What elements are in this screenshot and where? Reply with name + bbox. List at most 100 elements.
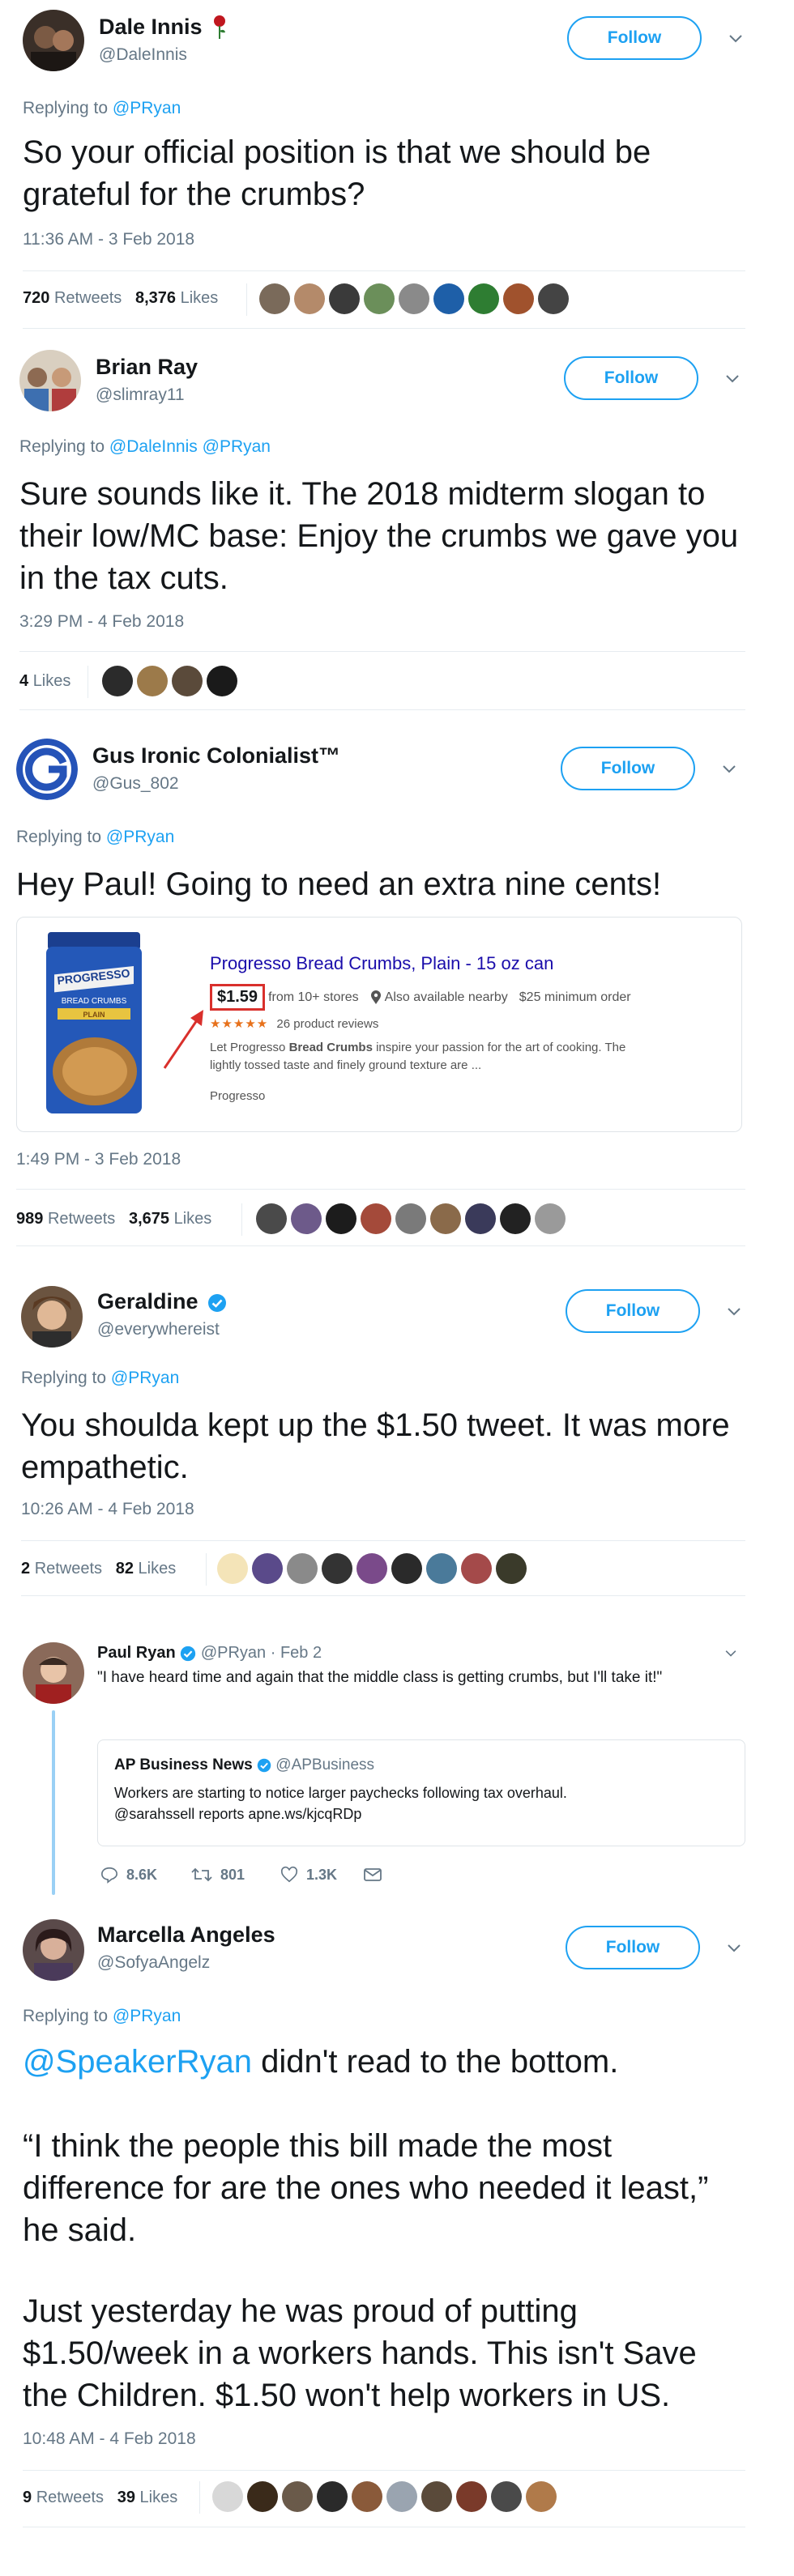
display-name[interactable]: Marcella Angeles (97, 1922, 275, 1948)
timestamp[interactable]: 1:49 PM - 3 Feb 2018 (16, 1150, 181, 1169)
paul-ryan-thread-tweet[interactable]: Paul Ryan @PRyan · Feb 2 "I have heard t… (0, 1595, 762, 1895)
handle[interactable]: @slimray11 (96, 385, 185, 405)
avatar[interactable] (23, 10, 84, 71)
chevron-down-icon[interactable] (726, 29, 745, 49)
mention-link[interactable]: @DaleInnis (109, 437, 198, 456)
liker-avatar[interactable] (294, 283, 325, 314)
retweet-count[interactable]: 9 Retweets (23, 2489, 104, 2506)
date[interactable]: · Feb 2 (271, 1644, 322, 1662)
liker-avatar[interactable] (538, 283, 569, 314)
timestamp[interactable]: 10:48 AM - 4 Feb 2018 (23, 2429, 196, 2449)
chevron-down-icon[interactable] (723, 369, 742, 389)
timestamp[interactable]: 3:29 PM - 4 Feb 2018 (19, 612, 184, 632)
like-count[interactable]: 4 Likes (19, 672, 70, 690)
liker-avatar[interactable] (399, 283, 429, 314)
mention-link[interactable]: @PRyan (111, 1369, 179, 1387)
like-count[interactable]: 3,675 Likes (129, 1210, 211, 1228)
handle[interactable]: @APBusiness (275, 1756, 374, 1773)
liker-avatar[interactable] (421, 2481, 452, 2512)
chevron-down-icon[interactable] (719, 760, 739, 779)
liker-avatar[interactable] (256, 1203, 287, 1234)
display-name[interactable]: Paul Ryan (97, 1644, 176, 1662)
handle[interactable]: @PRyan (201, 1644, 266, 1662)
liker-avatar[interactable] (430, 1203, 461, 1234)
liker-avatar[interactable] (491, 2481, 522, 2512)
heart-icon[interactable] (280, 1866, 298, 1884)
liker-avatar[interactable] (317, 2481, 348, 2512)
mention-link[interactable]: @PRyan (203, 437, 271, 456)
liker-avatar[interactable] (433, 283, 464, 314)
liker-avatar[interactable] (282, 2481, 313, 2512)
mail-icon[interactable] (363, 1867, 382, 1883)
liker-avatar[interactable] (391, 1553, 422, 1584)
follow-button[interactable]: Follow (561, 747, 695, 790)
liker-avatar[interactable] (461, 1553, 492, 1584)
review-count[interactable]: 26 product reviews (276, 1017, 378, 1031)
liker-avatar[interactable] (356, 1553, 387, 1584)
avatar[interactable] (23, 1919, 84, 1981)
reply-icon[interactable] (100, 1866, 118, 1884)
chevron-down-icon[interactable] (724, 1939, 744, 1958)
liker-avatar[interactable] (172, 666, 203, 696)
avatar[interactable] (19, 350, 81, 411)
liker-avatar[interactable] (291, 1203, 322, 1234)
liker-avatar[interactable] (526, 2481, 557, 2512)
display-name[interactable]: Dale Innis (99, 15, 228, 40)
liker-avatar[interactable] (426, 1553, 457, 1584)
like-count[interactable]: 82 Likes (116, 1560, 177, 1578)
liker-avatar[interactable] (535, 1203, 566, 1234)
liker-avatar[interactable] (500, 1203, 531, 1234)
liker-avatar[interactable] (386, 2481, 417, 2512)
liker-avatar[interactable] (468, 283, 499, 314)
avatar[interactable] (23, 1642, 84, 1704)
follow-button[interactable]: Follow (566, 1926, 700, 1969)
liker-avatar[interactable] (137, 666, 168, 696)
liker-avatar[interactable] (503, 283, 534, 314)
liker-avatar[interactable] (207, 666, 237, 696)
liker-avatar[interactable] (364, 283, 395, 314)
handle[interactable]: @Gus_802 (92, 774, 179, 794)
follow-button[interactable]: Follow (566, 1289, 700, 1333)
retweet-count[interactable]: 989 Retweets (16, 1210, 115, 1228)
liker-avatar[interactable] (326, 1203, 356, 1234)
mention-link[interactable]: @PRyan (106, 828, 174, 846)
product-title[interactable]: Progresso Bread Crumbs, Plain - 15 oz ca… (210, 953, 553, 974)
mention-link[interactable]: @SpeakerRyan (23, 2044, 252, 2080)
follow-button[interactable]: Follow (564, 356, 698, 400)
liker-avatar[interactable] (102, 666, 133, 696)
liker-avatar[interactable] (465, 1203, 496, 1234)
liker-avatar[interactable] (247, 2481, 278, 2512)
display-name[interactable]: Gus Ironic Colonialist™ (92, 743, 340, 769)
liker-avatar[interactable] (361, 1203, 391, 1234)
liker-avatar[interactable] (496, 1553, 527, 1584)
follow-button[interactable]: Follow (567, 16, 702, 60)
retweet-icon[interactable] (191, 1866, 212, 1884)
avatar[interactable] (16, 739, 78, 800)
display-name[interactable]: Geraldine (97, 1289, 227, 1314)
retweet-count[interactable]: 720 Retweets (23, 289, 122, 307)
quoted-tweet-card[interactable]: AP Business News @APBusiness Workers are… (97, 1739, 745, 1846)
timestamp[interactable]: 11:36 AM - 3 Feb 2018 (23, 230, 194, 249)
liker-avatar[interactable] (329, 283, 360, 314)
retweet-count[interactable]: 2 Retweets (21, 1560, 102, 1578)
chevron-down-icon[interactable] (724, 1302, 744, 1322)
timestamp[interactable]: 10:26 AM - 4 Feb 2018 (21, 1500, 194, 1519)
like-count[interactable]: 39 Likes (117, 2489, 178, 2506)
chevron-down-icon[interactable] (723, 1646, 739, 1662)
display-name[interactable]: AP Business News (114, 1756, 253, 1773)
handle[interactable]: @DaleInnis (99, 45, 187, 65)
liker-avatar[interactable] (322, 1553, 352, 1584)
mention-link[interactable]: @PRyan (113, 2007, 181, 2025)
liker-avatar[interactable] (212, 2481, 243, 2512)
display-name[interactable]: Brian Ray (96, 355, 198, 380)
liker-avatar[interactable] (352, 2481, 382, 2512)
avatar[interactable] (21, 1286, 83, 1348)
like-count[interactable]: 8,376 Likes (135, 289, 218, 307)
handle[interactable]: @everywhereist (97, 1320, 220, 1339)
mention-link[interactable]: @PRyan (113, 99, 181, 117)
handle[interactable]: @SofyaAngelz (97, 1953, 210, 1973)
liker-avatar[interactable] (287, 1553, 318, 1584)
liker-avatar[interactable] (252, 1553, 283, 1584)
liker-avatar[interactable] (259, 283, 290, 314)
liker-avatar[interactable] (395, 1203, 426, 1234)
